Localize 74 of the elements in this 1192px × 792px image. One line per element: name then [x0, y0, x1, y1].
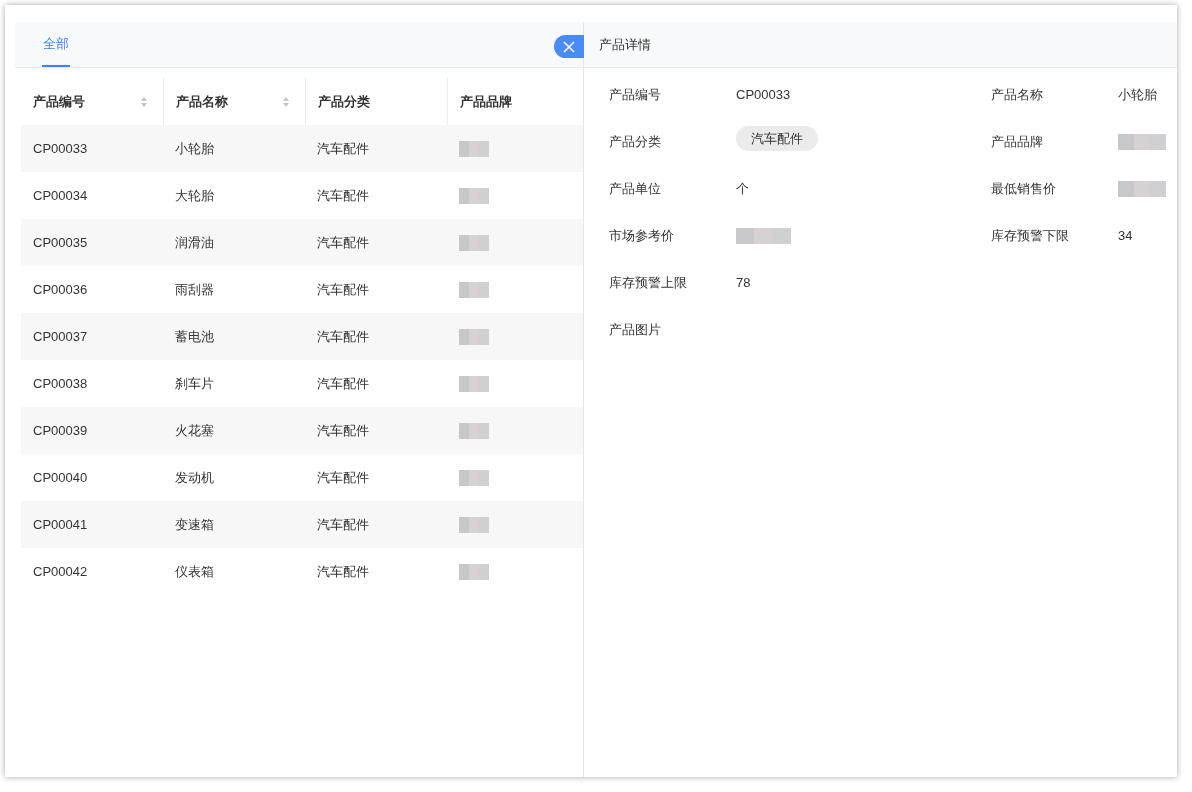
- table-cell-text: CP00035: [32, 233, 89, 252]
- table-cell-text: 汽车配件: [316, 139, 370, 158]
- blurred-block: [459, 564, 489, 581]
- blurred-block: [459, 517, 489, 534]
- column-title: 产品分类: [318, 92, 370, 111]
- table-cell-text: CP00037: [32, 327, 89, 346]
- sort-icon[interactable]: [282, 95, 290, 108]
- table-cell-text: 雨刮器: [174, 280, 215, 299]
- column-title: 产品编号: [33, 92, 85, 111]
- field-value: CP00033: [736, 85, 791, 104]
- table-cell-text: 润滑油: [174, 233, 215, 252]
- blurred-block: [1118, 133, 1166, 150]
- table-cell-text: 大轮胎: [174, 186, 215, 205]
- field-label: 库存预警上限: [609, 273, 688, 292]
- table-cell-text: 仪表箱: [174, 562, 215, 581]
- tab[interactable]: 全部: [42, 22, 70, 67]
- blurred-block: [459, 329, 489, 346]
- field-value: 个: [736, 179, 749, 198]
- table-row[interactable]: CP00039 火花塞 汽车配件: [21, 407, 583, 454]
- table-cell-text: 汽车配件: [316, 421, 370, 440]
- table-cell-text: 变速箱: [174, 515, 215, 534]
- field-value: 34: [1118, 226, 1133, 245]
- drawer-title: 产品详情: [599, 35, 651, 54]
- blurred-block: [459, 282, 489, 299]
- table-cell-text: CP00041: [32, 515, 89, 534]
- table-cell-text: 蓄电池: [174, 327, 215, 346]
- field-label: 产品编号: [609, 85, 662, 104]
- field-label: 产品单位: [609, 179, 662, 198]
- table-cell-text: CP00039: [32, 421, 89, 440]
- table-row[interactable]: CP00033 小轮胎 汽车配件: [21, 125, 583, 172]
- column-title: 产品名称: [176, 92, 228, 111]
- table-row[interactable]: CP00041 变速箱 汽车配件: [21, 501, 583, 548]
- field-label: 产品分类: [609, 132, 662, 151]
- table-cell-text: CP00038: [32, 374, 89, 393]
- table-cell-text: CP00033: [32, 139, 89, 158]
- table-cell-text: CP00042: [32, 562, 89, 581]
- blurred-block: [459, 423, 489, 440]
- blurred-block: [459, 376, 489, 393]
- blurred-block: [1118, 180, 1166, 197]
- table-row[interactable]: CP00037 蓄电池 汽车配件: [21, 313, 583, 360]
- field-label: 市场参考价: [609, 226, 675, 245]
- table-cell-text: CP00034: [32, 186, 89, 205]
- field-value: 小轮胎: [1118, 85, 1157, 104]
- table-cell-text: 汽车配件: [316, 280, 370, 299]
- field-label: 产品图片: [609, 320, 662, 339]
- table-cell-text: CP00040: [32, 468, 89, 487]
- blurred-block: [736, 227, 791, 244]
- field-label: 库存预警下限: [991, 226, 1070, 245]
- sort-icon[interactable]: [140, 95, 148, 108]
- close-icon: [563, 40, 575, 53]
- blurred-block: [459, 141, 489, 158]
- table-cell-text: 汽车配件: [316, 186, 370, 205]
- blurred-block: [459, 235, 489, 252]
- table-cell-text: 汽车配件: [316, 233, 370, 252]
- table-cell-text: 汽车配件: [316, 515, 370, 534]
- field-label: 最低销售价: [991, 179, 1057, 198]
- field-label: 产品品牌: [991, 132, 1044, 151]
- table-cell-text: 刹车片: [174, 374, 215, 393]
- table-cell-text: 火花塞: [174, 421, 215, 440]
- table-cell-text: 汽车配件: [316, 562, 370, 581]
- table-cell-text: CP00036: [32, 280, 89, 299]
- field-value: 78: [736, 273, 751, 292]
- blurred-block: [459, 470, 489, 487]
- table-cell-text: 汽车配件: [316, 374, 370, 393]
- table-cell-text: 汽车配件: [316, 468, 370, 487]
- table-row[interactable]: CP00035 润滑油 汽车配件: [21, 219, 583, 266]
- close-button[interactable]: [554, 35, 584, 58]
- table-cell-text: 汽车配件: [316, 327, 370, 346]
- column-title: 产品品牌: [460, 92, 512, 111]
- table-cell-text: 发动机: [174, 468, 215, 487]
- category-tag: 汽车配件: [736, 125, 818, 152]
- blurred-block: [459, 188, 489, 205]
- table-cell-text: 小轮胎: [174, 139, 215, 158]
- field-label: 产品名称: [991, 85, 1044, 104]
